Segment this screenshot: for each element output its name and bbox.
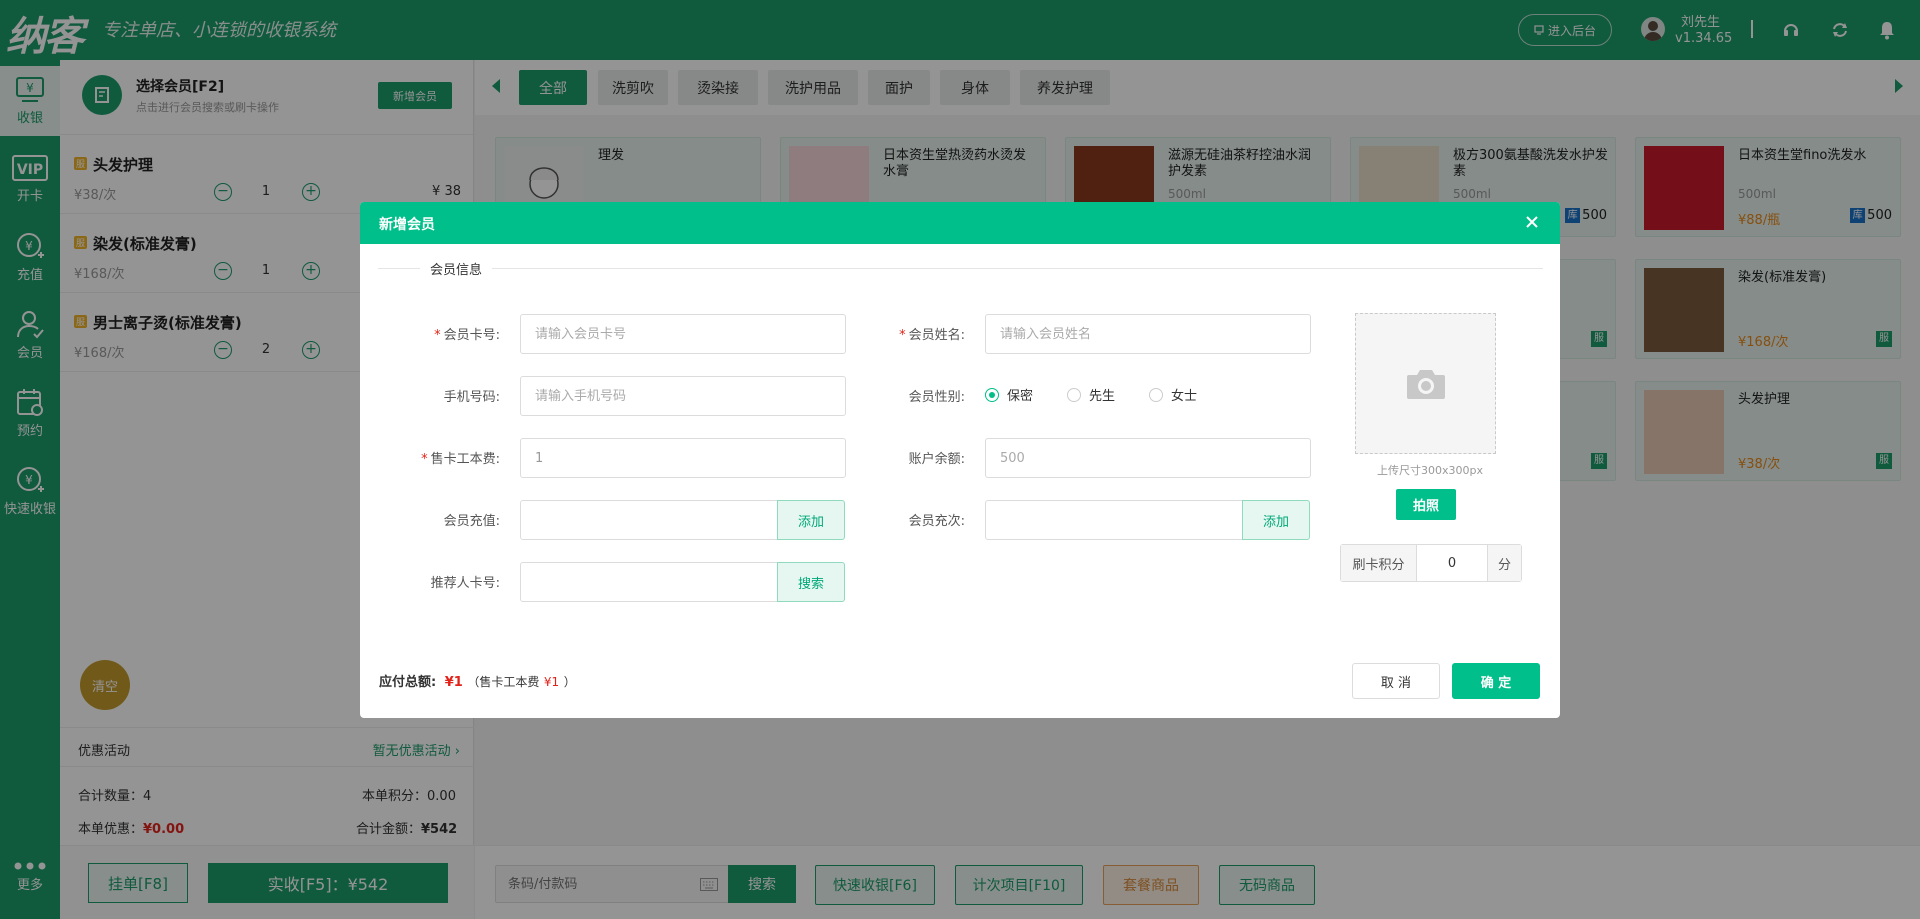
card-points-input[interactable]: 0: [1417, 545, 1487, 581]
card-points-label: 刷卡积分: [1341, 545, 1417, 581]
count-recharge-add-button[interactable]: 添加: [1242, 500, 1310, 540]
member-name-input[interactable]: [985, 314, 1311, 354]
card-points-unit: 分: [1487, 545, 1521, 581]
gender-option-female[interactable]: 女士: [1149, 385, 1197, 404]
member-name-label: * 会员姓名:: [899, 328, 965, 343]
gender-option-secret[interactable]: 保密: [985, 385, 1033, 404]
section-title: 会员信息: [420, 259, 493, 278]
upload-hint: 上传尺寸300x300px: [1377, 464, 1483, 477]
recharge-label: 会员充值:: [443, 514, 500, 529]
payable-total: 应付总额: ¥1 （售卡工本费 ¥1 ）: [379, 675, 576, 690]
dialog-header: 新增会员: [360, 202, 1560, 244]
radio-dot: [1149, 387, 1163, 402]
referrer-label: 推荐人卡号:: [430, 576, 500, 591]
cancel-button[interactable]: 取 消: [1352, 663, 1440, 699]
referrer-input[interactable]: [520, 562, 778, 602]
confirm-button[interactable]: 确 定: [1452, 663, 1540, 699]
balance-input[interactable]: [985, 438, 1311, 478]
take-photo-button[interactable]: 拍照: [1396, 489, 1456, 520]
close-icon[interactable]: [1522, 212, 1542, 232]
gender-option-male[interactable]: 先生: [1067, 385, 1115, 404]
photo-upload[interactable]: [1355, 313, 1496, 454]
card-points-field: 刷卡积分 0 分: [1340, 544, 1522, 582]
new-member-dialog: 新增会员 会员信息 *会员卡号: *会员姓名: 手机号码: 会员性别: 保密 先…: [360, 202, 1560, 718]
card-no-label: * 会员卡号:: [434, 328, 500, 343]
radio-dot: [985, 387, 999, 402]
referrer-search-button[interactable]: 搜索: [777, 562, 845, 602]
section-divider: [378, 268, 1543, 269]
balance-label: 账户余额:: [908, 452, 965, 467]
card-fee-input[interactable]: [520, 438, 846, 478]
count-recharge-input[interactable]: [985, 500, 1243, 540]
recharge-input[interactable]: [520, 500, 778, 540]
gender-option-label: 女士: [1171, 389, 1198, 404]
gender-option-label: 保密: [1007, 389, 1034, 404]
card-fee-label: * 售卡工本费:: [421, 452, 500, 467]
phone-input[interactable]: [520, 376, 846, 416]
count-recharge-label: 会员充次:: [908, 514, 965, 529]
card-no-input[interactable]: [520, 314, 846, 354]
phone-label: 手机号码:: [443, 390, 500, 405]
gender-label: 会员性别:: [908, 390, 965, 405]
radio-dot: [1067, 387, 1081, 402]
camera-icon: [1406, 369, 1445, 399]
gender-option-label: 先生: [1089, 389, 1116, 404]
dialog-title: 新增会员: [379, 217, 435, 233]
